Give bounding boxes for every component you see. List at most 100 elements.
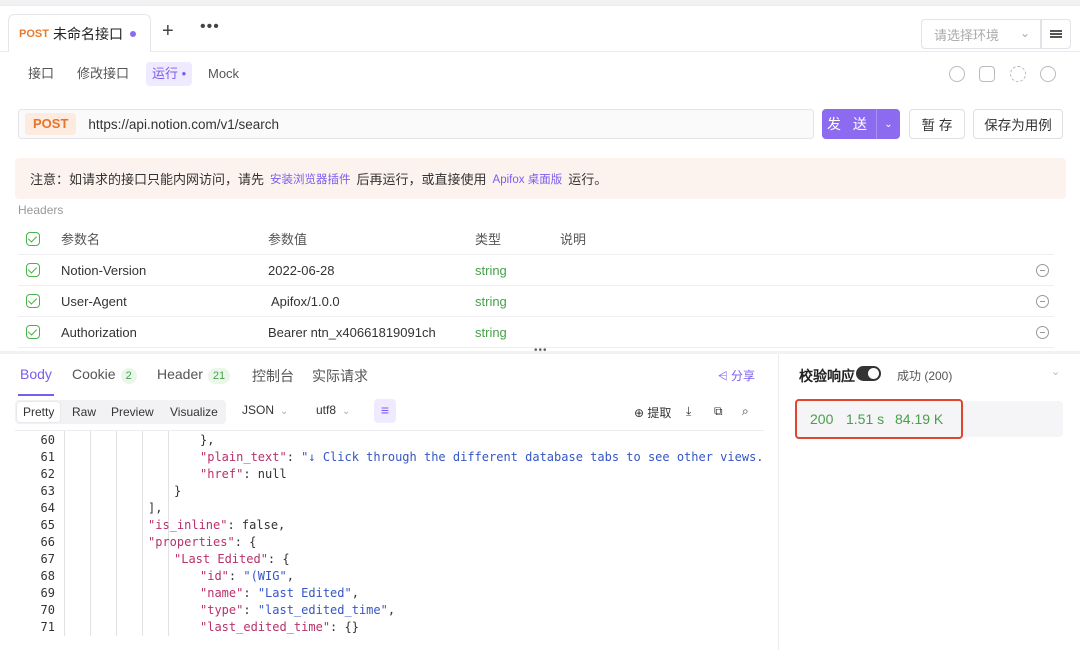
- line-number: 71: [40, 620, 55, 634]
- code-line: "name": "Last Edited",: [200, 586, 359, 600]
- code-editor[interactable]: 60 61 62 63 64 65 66 67 68 69 70 71 }, "…: [15, 430, 764, 636]
- tab-run[interactable]: 运行 •: [146, 62, 193, 86]
- param-value[interactable]: Apifox/1.0.0: [271, 286, 340, 317]
- format-pretty[interactable]: Pretty: [17, 402, 61, 422]
- remove-icon[interactable]: [1036, 264, 1049, 277]
- cookie-label: Cookie: [72, 366, 116, 382]
- line-number: 64: [40, 501, 55, 515]
- tab-actual-request[interactable]: 实际请求: [312, 366, 368, 386]
- code-line: "href": null: [200, 467, 287, 481]
- install-plugin-link[interactable]: 安装浏览器插件: [270, 171, 351, 187]
- param-name[interactable]: Authorization: [61, 317, 137, 348]
- environment-menu-button[interactable]: [1041, 19, 1071, 49]
- chevron-down-icon: ⌄: [280, 406, 289, 417]
- save-button[interactable]: 暂 存: [909, 109, 965, 139]
- chevron-down-icon[interactable]: ⌄: [1051, 365, 1060, 378]
- url-bar[interactable]: POST https://api.notion.com/v1/search: [18, 109, 814, 139]
- notice-text-2: 后再运行，或直接使用: [356, 172, 487, 187]
- tab-edit-interface[interactable]: 修改接口: [71, 62, 135, 86]
- share-icon: ⩤: [718, 369, 731, 383]
- param-type[interactable]: string: [475, 317, 507, 348]
- tab-cookie[interactable]: Cookie 2: [72, 366, 137, 384]
- param-name[interactable]: User-Agent: [61, 286, 127, 317]
- indent-guide: [142, 431, 143, 636]
- menu-icon: [1050, 30, 1062, 38]
- section-label: Headers: [18, 203, 64, 214]
- save-as-case-button[interactable]: 保存为用例: [973, 109, 1063, 139]
- request-tab[interactable]: POST 未命名接口: [8, 14, 151, 52]
- param-type[interactable]: string: [475, 286, 507, 317]
- remove-icon[interactable]: [1036, 326, 1049, 339]
- col-value: 参数值: [268, 232, 308, 247]
- indent-guide: [64, 431, 65, 636]
- chevron-down-icon: ⌄: [1019, 26, 1030, 40]
- cookie-count: 2: [120, 368, 137, 384]
- table-row: User-Agent Apifox/1.0.0 string: [18, 286, 1054, 317]
- environment-select[interactable]: 请选择环境 ⌄: [921, 19, 1041, 49]
- validate-response-toggle[interactable]: [856, 366, 881, 381]
- method-select[interactable]: POST: [25, 113, 77, 135]
- tab-mock[interactable]: Mock: [202, 62, 245, 86]
- code-line: "is_inline": false,: [148, 518, 286, 532]
- notice-text-1: 注意：如请求的接口只能内网访问，请先: [30, 172, 265, 187]
- line-number: 62: [40, 467, 55, 481]
- indent-guide: [116, 431, 117, 636]
- format-raw[interactable]: Raw: [66, 402, 102, 422]
- line-number: 67: [40, 552, 55, 566]
- tab-console[interactable]: 控制台: [252, 366, 294, 386]
- encoding-value: utf8: [316, 403, 337, 417]
- notice-text-3: 运行。: [568, 172, 608, 187]
- share-button[interactable]: ⩤ 分享: [718, 367, 755, 384]
- desktop-app-link[interactable]: Apifox 桌面版: [493, 171, 563, 187]
- validate-response-label: 校验响应: [799, 368, 855, 384]
- sub-tabs: 接口 修改接口 运行 • Mock: [0, 52, 1080, 96]
- wrap-lines-icon[interactable]: ≡: [374, 399, 396, 423]
- table-row: Notion-Version 2022-06-28 string: [18, 255, 1054, 286]
- tab-body[interactable]: Body: [20, 366, 52, 382]
- unsaved-dot: [130, 31, 136, 37]
- line-number: 60: [40, 433, 55, 447]
- remove-icon[interactable]: [1036, 295, 1049, 308]
- select-all-checkbox[interactable]: [26, 232, 40, 246]
- tab-interface[interactable]: 接口: [22, 62, 60, 86]
- row-checkbox[interactable]: [26, 325, 40, 339]
- line-number: 61: [40, 450, 55, 464]
- code-line: "properties": {: [148, 535, 257, 549]
- header-count: 21: [207, 368, 231, 384]
- copy-icon[interactable]: ⧉: [714, 404, 723, 419]
- row-checkbox[interactable]: [26, 263, 40, 277]
- chevron-down-icon[interactable]: ⌄: [876, 109, 900, 139]
- table-row: Authorization Bearer ntn_x40661819091ch …: [18, 317, 1054, 348]
- palette-icon[interactable]: [949, 66, 965, 82]
- param-type[interactable]: string: [475, 255, 507, 286]
- code-line: ],: [148, 501, 163, 515]
- col-desc: 说明: [560, 232, 587, 247]
- param-value[interactable]: Bearer ntn_x40661819091ch: [268, 317, 436, 348]
- row-checkbox[interactable]: [26, 294, 40, 308]
- language-select[interactable]: JSON ⌄: [242, 403, 288, 417]
- extract-button[interactable]: ⊕ 提取: [634, 404, 671, 421]
- format-visualize[interactable]: Visualize: [164, 402, 224, 422]
- download-icon[interactable]: ⤓: [686, 404, 691, 419]
- param-name[interactable]: Notion-Version: [61, 255, 146, 286]
- tab-header[interactable]: Header 21: [157, 366, 231, 384]
- format-preview[interactable]: Preview: [105, 402, 160, 422]
- line-number: 66: [40, 535, 55, 549]
- line-number: 70: [40, 603, 55, 617]
- language-value: JSON: [242, 403, 275, 417]
- more-icon[interactable]: •••: [200, 18, 220, 36]
- environment-placeholder: 请选择环境: [934, 27, 1000, 43]
- add-tab-button[interactable]: +: [162, 21, 174, 41]
- search-icon[interactable]: ⌕: [742, 404, 749, 419]
- format-switch: Pretty Raw Preview Visualize: [15, 400, 226, 424]
- url-input[interactable]: https://api.notion.com/v1/search: [88, 117, 279, 132]
- encoding-select[interactable]: utf8 ⌄: [316, 403, 350, 417]
- share-link-icon[interactable]: [1010, 66, 1026, 82]
- code-line: "id": "(WIG",: [200, 569, 294, 583]
- params-header-row: 参数名 参数值 类型 说明: [18, 224, 1054, 255]
- line-number: 68: [40, 569, 55, 583]
- settings-icon[interactable]: [1040, 66, 1056, 82]
- copy-icon[interactable]: [979, 66, 995, 82]
- send-button[interactable]: 发 送 ⌄: [822, 109, 900, 139]
- param-value[interactable]: 2022-06-28: [268, 255, 335, 286]
